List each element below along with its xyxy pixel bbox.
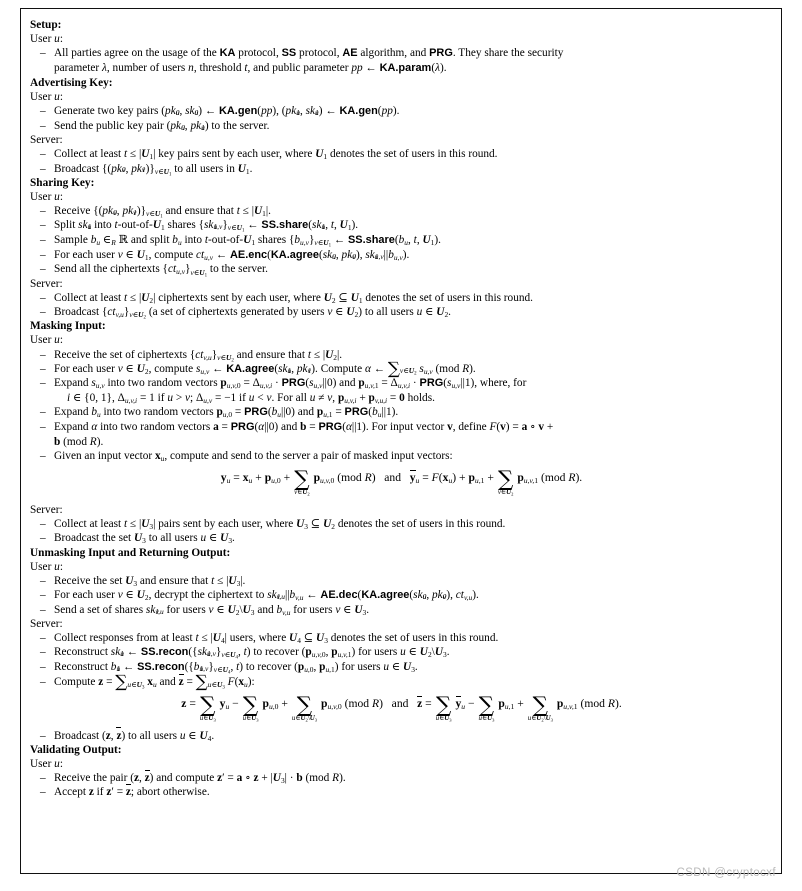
step-list-masking-user: Receive the set of ciphertexts {ctv,u}v∈… bbox=[30, 348, 773, 464]
list-item: All parties agree on the usage of the KA… bbox=[30, 46, 773, 76]
list-item: Expand su,v into two random vectors pu,v… bbox=[30, 376, 773, 405]
role-label-user-u-3: User u: bbox=[30, 334, 63, 347]
step-list-sharing-user: Receive {(pk0v, pk1v)}v∈U1 and ensure th… bbox=[30, 204, 773, 278]
list-item: Collect at least t ≤ |U3| pairs sent by … bbox=[30, 517, 773, 531]
list-item: Expand bu into two random vectors pu,0 =… bbox=[30, 405, 773, 420]
page-canvas: Setup: User u: All parties agree on the … bbox=[0, 0, 802, 891]
list-item: Send all the ciphertexts {ctu,v}v∈U1 to … bbox=[30, 262, 773, 277]
list-item: Broadcast {(pk0v, pk1v)}v∈U1 to all user… bbox=[30, 162, 773, 177]
step-list-validating-user: Receive the pair (z, z) and compute z′ =… bbox=[30, 769, 773, 800]
role-label-setup-all: User u: bbox=[30, 33, 63, 46]
list-item: For each user v ∈ U2, compute su,v ← KA.… bbox=[30, 360, 773, 377]
equation-masked-input-vectors: yu = xu + pu,0 + ∑ v∈U2 pu,v,0 (mod R) an… bbox=[220, 467, 583, 497]
list-item: Send the public key pair (pk0u, pk1u) to… bbox=[30, 119, 773, 133]
role-label-user-u-5: User u: bbox=[30, 758, 63, 771]
list-item: Collect at least t ≤ |U2| ciphertexts se… bbox=[30, 291, 773, 305]
role-label-server-2: Server: bbox=[30, 277, 63, 290]
role-label-user-u-1: User u: bbox=[30, 91, 63, 104]
list-item: Receive the set of ciphertexts {ctv,u}v∈… bbox=[30, 348, 773, 363]
list-item: For each user v ∈ U2, decrypt the cipher… bbox=[30, 588, 773, 603]
phase-heading-masking-input: Masking Input: bbox=[30, 320, 106, 333]
step-list-unmasking-server: Collect responses from at least t ≤ |U4|… bbox=[30, 631, 773, 690]
step-list-advertising-server: Collect at least t ≤ |U1| key pairs sent… bbox=[30, 147, 773, 177]
list-item: Broadcast the set U3 to all users u ∈ U3… bbox=[30, 531, 773, 545]
step-list-sharing-server: Collect at least t ≤ |U2| ciphertexts se… bbox=[30, 291, 773, 321]
list-item: Split sk1u into t-out-of-U1 shares {sk1u… bbox=[30, 218, 773, 233]
step-list-unmasking-user: Receive the set U3 and ensure that t ≤ |… bbox=[30, 574, 773, 617]
step-list-masking-server: Collect at least t ≤ |U3| pairs sent by … bbox=[30, 517, 773, 546]
phase-heading-advertising-key: Advertising Key: bbox=[30, 76, 113, 89]
phase-heading-setup: Setup: bbox=[30, 19, 62, 31]
list-item: Receive the set U3 and ensure that t ≤ |… bbox=[30, 574, 773, 588]
list-item: Generate two key pairs (pk0u, sk0u) ← KA… bbox=[30, 104, 773, 119]
step-list-advertising-user: Generate two key pairs (pk0u, sk0u) ← KA… bbox=[30, 104, 773, 133]
protocol-figure-box: Setup: User u: All parties agree on the … bbox=[20, 8, 782, 874]
list-item: Broadcast (z, z) to all users u ∈ U4. bbox=[30, 727, 773, 743]
role-label-user-u-2: User u: bbox=[30, 190, 63, 203]
list-item: Expand α into two random vectors a = PRG… bbox=[30, 420, 773, 449]
step-list-setup: All parties agree on the usage of the KA… bbox=[30, 46, 773, 76]
list-item: Broadcast {ctv,u}v∈U2 (a set of cipherte… bbox=[30, 305, 773, 320]
step-list-unmasking-broadcast: Broadcast (z, z) to all users u ∈ U4. bbox=[30, 727, 773, 743]
list-item: Receive {(pk0v, pk1v)}v∈U1 and ensure th… bbox=[30, 204, 773, 219]
list-item: Send a set of shares sk1v,u for users v … bbox=[30, 603, 773, 617]
protocol-content: Setup: User u: All parties agree on the … bbox=[30, 18, 773, 800]
csdn-watermark: CSDN @cryptocxf bbox=[676, 867, 776, 879]
phase-heading-validating: Validating Output: bbox=[30, 743, 122, 756]
list-item: Accept z if z′ = z; abort otherwise. bbox=[30, 784, 773, 800]
list-item: Given an input vector xu, compute and se… bbox=[30, 449, 773, 463]
role-label-server-4: Server: bbox=[30, 617, 63, 630]
role-label-server-1: Server: bbox=[30, 134, 63, 147]
list-item: Reconstruct b1u ← SS.recon({b1u,v}v∈U4, … bbox=[30, 660, 773, 675]
phase-heading-unmasking: Unmasking Input and Returning Output: bbox=[30, 546, 231, 559]
list-item: For each user v ∈ U1, compute ctu,v ← AE… bbox=[30, 248, 773, 263]
role-label-user-u-4: User u: bbox=[30, 560, 63, 573]
phase-heading-sharing-key: Sharing Key: bbox=[30, 176, 95, 189]
list-item: Reconstruct sk1u ← SS.recon({sk1u,v}v∈U4… bbox=[30, 645, 773, 660]
list-item: Sample bu ∈R ℝ and split bu into t-out-o… bbox=[30, 233, 773, 248]
list-item: Collect responses from at least t ≤ |U4|… bbox=[30, 631, 773, 645]
list-item: Compute z = ∑u∈U3 xu and z = ∑u∈U3 F(xu)… bbox=[30, 673, 773, 690]
role-label-server-3: Server: bbox=[30, 504, 63, 517]
list-item: Collect at least t ≤ |U1| key pairs sent… bbox=[30, 147, 773, 161]
equation-aggregate-sums: z = ∑ u∈U3 yu − ∑ u∈U3 pu,0 + ∑ u∈U2\U3 pu,… bbox=[181, 693, 622, 723]
list-item: Receive the pair (z, z) and compute z′ =… bbox=[30, 769, 773, 786]
